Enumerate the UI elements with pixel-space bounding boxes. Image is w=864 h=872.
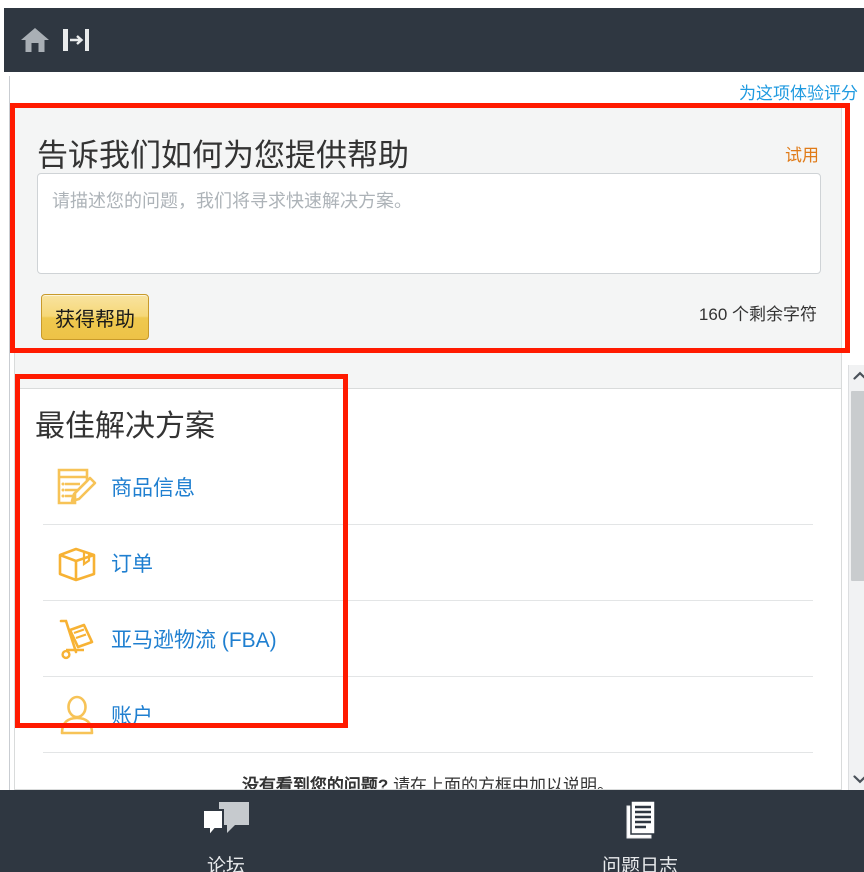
bottom-nav-label: 论坛 bbox=[206, 856, 245, 872]
best-solutions-panel: 最佳解决方案 商品信息 订单 亚马逊物流 (FBA) 账户 没有看到您的问题? … bbox=[14, 389, 842, 790]
list-item[interactable]: 订单 bbox=[43, 525, 813, 601]
bottom-nav-bar: 论坛 问题日志 bbox=[0, 790, 864, 872]
list-item-label: 账户 bbox=[111, 704, 153, 728]
no-issue-question: 没有看到您的问题? bbox=[241, 776, 389, 790]
bottom-nav-forums[interactable]: 论坛 bbox=[126, 798, 326, 872]
content-area: 为这项体验评分 告诉我们如何为您提供帮助 试用 获得帮助 160 个剩余字符 最… bbox=[10, 72, 864, 790]
list-item-label: 订单 bbox=[111, 552, 153, 576]
no-issue-footer: 没有看到您的问题? 请在上面的方框中加以说明。 bbox=[15, 771, 841, 790]
list-item[interactable]: 商品信息 bbox=[43, 449, 813, 525]
app-screen: 为这项体验评分 告诉我们如何为您提供帮助 试用 获得帮助 160 个剩余字符 最… bbox=[0, 0, 864, 872]
get-help-button[interactable]: 获得帮助 bbox=[41, 294, 149, 340]
chevron-up-icon[interactable] bbox=[849, 365, 864, 387]
list-item-label: 亚马逊物流 (FBA) bbox=[111, 628, 277, 652]
list-item[interactable]: 账户 bbox=[43, 677, 813, 753]
rate-experience-link[interactable]: 为这项体验评分 bbox=[739, 79, 858, 104]
bottom-nav-label: 问题日志 bbox=[601, 856, 678, 872]
help-request-panel: 告诉我们如何为您提供帮助 试用 获得帮助 160 个剩余字符 bbox=[14, 108, 842, 389]
solutions-title: 最佳解决方案 bbox=[35, 410, 215, 443]
person-icon bbox=[43, 693, 111, 737]
case-log-icon bbox=[626, 800, 656, 839]
no-issue-hint: 请在上面的方框中加以说明。 bbox=[393, 776, 615, 790]
collapse-panel-icon[interactable] bbox=[62, 26, 90, 59]
top-bar bbox=[10, 8, 864, 72]
solutions-list: 商品信息 订单 亚马逊物流 (FBA) 账户 bbox=[43, 449, 813, 753]
list-item[interactable]: 亚马逊物流 (FBA) bbox=[43, 601, 813, 677]
chevron-down-icon[interactable] bbox=[849, 768, 864, 790]
forum-icon bbox=[202, 802, 249, 839]
vertical-scrollbar[interactable] bbox=[848, 365, 864, 790]
characters-remaining-label: 160 个剩余字符 bbox=[698, 305, 817, 324]
trial-link[interactable]: 试用 bbox=[785, 141, 819, 166]
home-icon[interactable] bbox=[20, 26, 50, 59]
issue-description-input[interactable] bbox=[37, 173, 821, 274]
hand-truck-icon bbox=[43, 616, 111, 662]
scrollbar-thumb[interactable] bbox=[851, 391, 864, 581]
bottom-nav-case-log[interactable]: 问题日志 bbox=[540, 798, 740, 872]
left-edge-strip-top bbox=[0, 0, 10, 8]
box-icon bbox=[43, 541, 111, 585]
listing-edit-icon bbox=[43, 465, 111, 509]
help-panel-title: 告诉我们如何为您提供帮助 bbox=[37, 138, 409, 173]
list-item-label: 商品信息 bbox=[111, 476, 195, 500]
